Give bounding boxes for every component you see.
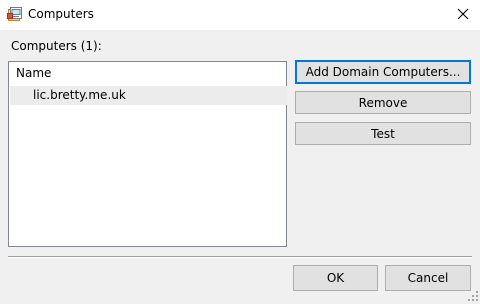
remove-button[interactable]: Remove bbox=[295, 91, 471, 114]
test-button[interactable]: Test bbox=[295, 122, 471, 145]
computers-count-label: Computers (1): bbox=[11, 39, 102, 53]
title-bar: Computers bbox=[0, 0, 480, 30]
close-button[interactable] bbox=[446, 0, 480, 30]
window-title: Computers bbox=[28, 7, 94, 21]
cancel-button[interactable]: Cancel bbox=[385, 265, 471, 291]
column-header-name[interactable]: Name bbox=[16, 66, 51, 81]
computers-list[interactable]: Name lic.bretty.me.uk bbox=[8, 61, 287, 247]
list-item[interactable]: lic.bretty.me.uk bbox=[10, 86, 287, 105]
add-domain-computers-button[interactable]: Add Domain Computers... bbox=[295, 60, 471, 84]
list-item-label: lic.bretty.me.uk bbox=[33, 88, 126, 102]
ok-button[interactable]: OK bbox=[293, 265, 378, 291]
resize-grip-icon[interactable] bbox=[468, 290, 478, 301]
footer-divider bbox=[8, 256, 472, 258]
computers-dialog-icon bbox=[7, 6, 23, 22]
close-icon bbox=[457, 8, 469, 23]
